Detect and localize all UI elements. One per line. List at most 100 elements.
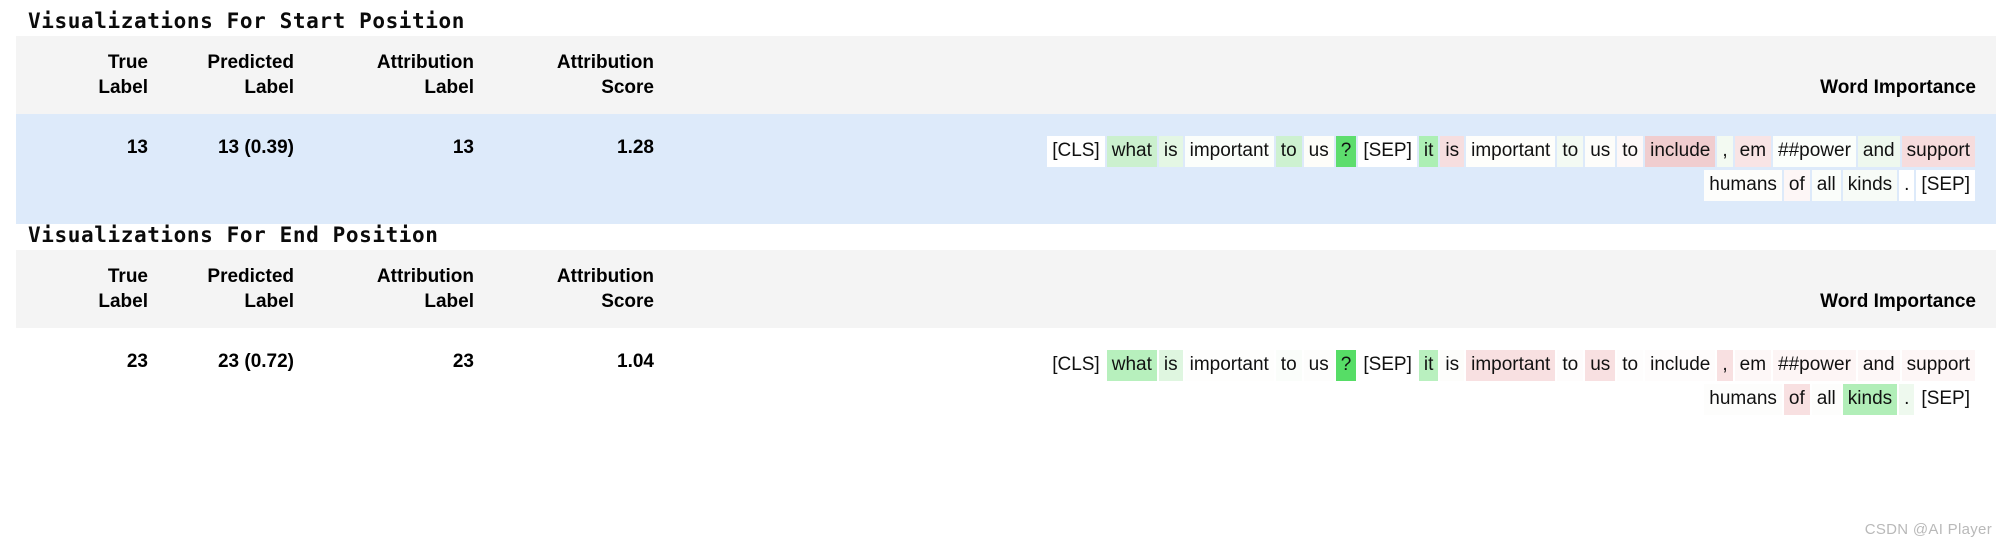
attribution-label-line1: Attribution bbox=[376, 266, 474, 287]
word-token: humans bbox=[1704, 170, 1782, 201]
word-token: important bbox=[1466, 350, 1556, 381]
table-row: 13 13 (0.39) 13 1.28 [CLS] what is importan… bbox=[16, 114, 1996, 224]
attribution-label-line2: Label bbox=[424, 291, 474, 312]
word-token: , bbox=[1717, 350, 1733, 381]
cell-predicted-label: 23 (0.72) bbox=[162, 328, 308, 438]
word-token: to bbox=[1617, 136, 1644, 167]
column-header-predicted-label: Predicted Label bbox=[162, 36, 308, 114]
cell-word-importance: [CLS] what is important to us? [SEP] it is import… bbox=[668, 328, 1996, 438]
section-start-position: Visualizations For Start Position True L… bbox=[0, 6, 2014, 224]
cell-true-label: 23 bbox=[16, 328, 162, 438]
column-header-true-label: True Label bbox=[16, 250, 162, 328]
word-token: . bbox=[1899, 170, 1915, 201]
attribution-table-start-position: True Label Predicted Label Attribution L… bbox=[16, 36, 1996, 224]
true-label-line2: Label bbox=[98, 77, 148, 98]
word-token: , bbox=[1717, 136, 1733, 167]
word-token: support bbox=[1901, 350, 1975, 381]
column-header-attribution-score: Attribution Score bbox=[488, 36, 668, 114]
word-token: is bbox=[1158, 350, 1183, 381]
column-header-attribution-label: Attribution Label bbox=[308, 36, 488, 114]
cell-true-label: 13 bbox=[16, 114, 162, 224]
word-token: is bbox=[1158, 136, 1183, 167]
column-header-word-importance: Word Importance bbox=[668, 36, 1996, 114]
cell-predicted-label: 13 (0.39) bbox=[162, 114, 308, 224]
word-token: em bbox=[1734, 136, 1772, 167]
word-token: [CLS] bbox=[1047, 136, 1105, 167]
word-token: support bbox=[1901, 136, 1975, 167]
word-token: kinds bbox=[1842, 384, 1898, 415]
column-header-true-label: True Label bbox=[16, 36, 162, 114]
word-token: to bbox=[1275, 350, 1302, 381]
attribution-label-line2: Label bbox=[424, 77, 474, 98]
word-token: us bbox=[1303, 350, 1334, 381]
word-token: is bbox=[1440, 136, 1465, 167]
attribution-score-line2: Score bbox=[601, 77, 654, 98]
word-token: us bbox=[1585, 136, 1616, 167]
attribution-score-line2: Score bbox=[601, 291, 654, 312]
predicted-label-line2: Label bbox=[244, 77, 294, 98]
word-token: [CLS] bbox=[1047, 350, 1105, 381]
column-header-attribution-score: Attribution Score bbox=[488, 250, 668, 328]
attribution-table-end-position: True Label Predicted Label Attribution L… bbox=[16, 250, 1996, 438]
predicted-label-line1: Predicted bbox=[207, 266, 294, 287]
word-token: important bbox=[1184, 136, 1274, 167]
section-title-start-position: Visualizations For Start Position bbox=[28, 9, 466, 33]
word-token: humans bbox=[1704, 384, 1782, 415]
cell-word-importance: [CLS] what is important to us? [SEP] it is import… bbox=[668, 114, 1996, 224]
cell-attribution-label: 13 bbox=[308, 114, 488, 224]
predicted-label-line2: Label bbox=[244, 291, 294, 312]
table-header-row: True Label Predicted Label Attribution L… bbox=[16, 36, 1996, 114]
word-token: of bbox=[1783, 170, 1810, 201]
word-token: [SEP] bbox=[1916, 170, 1975, 201]
visualization-page: Visualizations For Start Position True L… bbox=[0, 0, 2014, 546]
word-token: is bbox=[1440, 350, 1465, 381]
word-token: and bbox=[1857, 350, 1900, 381]
cell-attribution-label: 23 bbox=[308, 328, 488, 438]
attribution-label-line1: Attribution bbox=[376, 52, 474, 73]
word-token: kinds bbox=[1842, 170, 1898, 201]
column-header-attribution-label: Attribution Label bbox=[308, 250, 488, 328]
word-token: ##power bbox=[1773, 136, 1856, 167]
word-token: us bbox=[1303, 136, 1334, 167]
word-token: to bbox=[1617, 350, 1644, 381]
true-label-line1: True bbox=[107, 52, 148, 73]
word-token: include bbox=[1645, 350, 1716, 381]
table-row: 23 23 (0.72) 23 1.04 [CLS] what is importan… bbox=[16, 328, 1996, 438]
word-token: of bbox=[1783, 384, 1810, 415]
word-token: [SEP] bbox=[1358, 136, 1417, 167]
true-label-line2: Label bbox=[98, 291, 148, 312]
section-title-end-position: Visualizations For End Position bbox=[28, 223, 439, 247]
word-token: all bbox=[1811, 384, 1841, 415]
word-token: to bbox=[1557, 350, 1584, 381]
attribution-score-line1: Attribution bbox=[556, 52, 654, 73]
section-end-position: Visualizations For End Position True Lab… bbox=[0, 220, 2014, 438]
word-token: all bbox=[1811, 170, 1841, 201]
word-token: ? bbox=[1335, 136, 1357, 167]
word-token: include bbox=[1645, 136, 1716, 167]
predicted-label-line1: Predicted bbox=[207, 52, 294, 73]
word-token: [SEP] bbox=[1916, 384, 1975, 415]
watermark-label: CSDN @AI Player bbox=[1864, 521, 1992, 538]
word-token: . bbox=[1899, 384, 1915, 415]
table-header-row: True Label Predicted Label Attribution L… bbox=[16, 250, 1996, 328]
word-token: em bbox=[1734, 350, 1772, 381]
cell-attribution-score: 1.04 bbox=[488, 328, 668, 438]
word-token: it bbox=[1418, 136, 1439, 167]
word-token: to bbox=[1275, 136, 1302, 167]
column-header-word-importance: Word Importance bbox=[668, 250, 1996, 328]
column-header-predicted-label: Predicted Label bbox=[162, 250, 308, 328]
word-token: and bbox=[1857, 136, 1900, 167]
word-token: important bbox=[1466, 136, 1556, 167]
attribution-score-line1: Attribution bbox=[556, 266, 654, 287]
cell-attribution-score: 1.28 bbox=[488, 114, 668, 224]
word-token: it bbox=[1418, 350, 1439, 381]
word-token: to bbox=[1557, 136, 1584, 167]
word-token: [SEP] bbox=[1358, 350, 1417, 381]
true-label-line1: True bbox=[107, 266, 148, 287]
word-token: ##power bbox=[1773, 350, 1856, 381]
word-token: what bbox=[1106, 136, 1157, 167]
word-token: what bbox=[1106, 350, 1157, 381]
word-token: ? bbox=[1335, 350, 1357, 381]
word-token: important bbox=[1184, 350, 1274, 381]
word-token: us bbox=[1585, 350, 1616, 381]
